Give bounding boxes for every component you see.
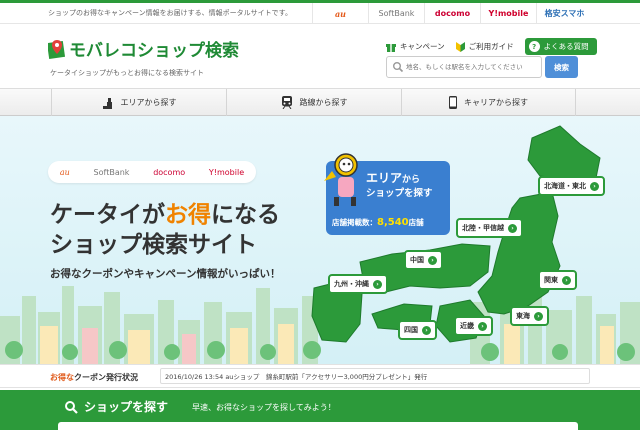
main-nav: エリアから探す 路線から探す キャリアから探す: [0, 88, 640, 116]
map-pin-logo-icon: [48, 39, 66, 59]
question-icon: ?: [528, 41, 540, 52]
shop-search-panel: [58, 422, 578, 434]
header-links: キャンペーン ご利用ガイド ? よくある質問: [386, 38, 597, 55]
region-kyushu-okinawa[interactable]: 九州・沖縄 ›: [328, 274, 388, 294]
faq-button[interactable]: ? よくある質問: [524, 38, 597, 55]
site-header: モバレコショップ検索 ケータイショップがもっとお得になる検索サイト キャンペーン…: [0, 24, 640, 88]
bubble-title: エリアから: [366, 171, 421, 185]
badge-docomo: docomo: [153, 167, 186, 177]
area-search-bubble[interactable]: エリアから ショップを探す 店舗掲載数：8,540店舗: [324, 153, 450, 235]
carrier-links: au SoftBank docomo Y!mobile 格安スマホ: [312, 3, 592, 24]
gift-icon: [386, 43, 396, 52]
guide-link[interactable]: ご利用ガイド: [455, 41, 514, 52]
arrow-icon: ›: [478, 321, 487, 331]
carrier-link-softbank[interactable]: SoftBank: [368, 3, 424, 24]
bubble-subtitle: ショップを探す: [366, 188, 433, 199]
arrow-icon: ›: [562, 275, 571, 285]
region-chugoku[interactable]: 中国 ›: [404, 250, 443, 270]
beginner-mark-icon: [455, 41, 465, 52]
hero-banner: au SoftBank docomo Y!mobile ケータイがお得になる シ…: [0, 116, 640, 364]
train-icon: [281, 96, 292, 109]
search-button[interactable]: 検索: [545, 56, 578, 78]
badge-ymobile: Y!mobile: [208, 167, 245, 177]
arrow-icon: ›: [590, 181, 599, 191]
search-icon: [65, 400, 78, 414]
search-box: [386, 56, 542, 78]
nav-area[interactable]: エリアから探す: [51, 89, 226, 116]
site-subtitle: ケータイショップがもっとお得になる検索サイト: [50, 69, 204, 77]
search-input[interactable]: [406, 63, 536, 71]
site-logo[interactable]: モバレコショップ検索: [48, 36, 239, 61]
smartphone-icon: [449, 96, 457, 109]
headline-highlight: お得: [165, 202, 211, 228]
carrier-badges: au SoftBank docomo Y!mobile: [48, 161, 256, 183]
hero-tagline: お得なクーポンやキャンペーン情報がいっぱい！: [50, 268, 281, 280]
hero-headline: ケータイがお得になる ショップ検索サイト: [50, 202, 280, 258]
carrier-link-ymobile[interactable]: Y!mobile: [480, 3, 536, 24]
carrier-link-au[interactable]: au: [312, 3, 368, 24]
shop-search-subtitle: 早速、お得なショップを探してみよう！: [192, 403, 336, 412]
arrow-icon: ›: [508, 223, 517, 233]
arrow-icon: ›: [428, 255, 437, 265]
map-area-icon: [102, 97, 112, 109]
region-kanto[interactable]: 関東 ›: [538, 270, 577, 290]
badge-softbank: SoftBank: [93, 167, 130, 177]
badge-au: au: [59, 167, 70, 177]
region-hokuriku[interactable]: 北陸・甲信越 ›: [456, 218, 523, 238]
coupon-news-item[interactable]: 2016/10/26 13:54 auショップ 錦糸町駅前「アクセサリー3,00…: [160, 368, 590, 384]
region-tokai[interactable]: 東海 ›: [510, 306, 549, 326]
nav-route[interactable]: 路線から探す: [226, 89, 401, 116]
carrier-link-budget-phone[interactable]: 格安スマホ: [536, 3, 592, 24]
coupon-status-label: お得なクーポン発行状況: [50, 373, 138, 382]
shop-count: 店舗掲載数：8,540店舗: [332, 217, 424, 228]
site-tagline: ショップのお得なキャンペーン情報をお届けする、情報ポータルサイトです。: [48, 9, 292, 17]
carrier-link-docomo[interactable]: docomo: [424, 3, 480, 24]
campaign-link[interactable]: キャンペーン: [386, 41, 445, 52]
region-kinki[interactable]: 近畿 ›: [454, 316, 493, 336]
arrow-icon: ›: [422, 325, 431, 335]
arrow-icon: ›: [373, 279, 382, 289]
region-shikoku[interactable]: 四国 ›: [398, 320, 437, 340]
arrow-icon: ›: [534, 311, 543, 321]
coupon-status-bar: お得なクーポン発行状況 2016/10/26 13:54 auショップ 錦糸町駅…: [0, 364, 640, 388]
top-bar: ショップのお得なキャンペーン情報をお届けする、情報ポータルサイトです。 au S…: [0, 0, 640, 24]
search-icon: [393, 62, 404, 73]
logo-text: モバレコショップ検索: [69, 41, 239, 61]
region-hokkaido-tohoku[interactable]: 北海道・東北 ›: [538, 176, 605, 196]
magnifier-character-icon: [324, 153, 358, 206]
shop-search-title: ショップを探す: [64, 398, 168, 415]
nav-carrier[interactable]: キャリアから探す: [401, 89, 576, 116]
